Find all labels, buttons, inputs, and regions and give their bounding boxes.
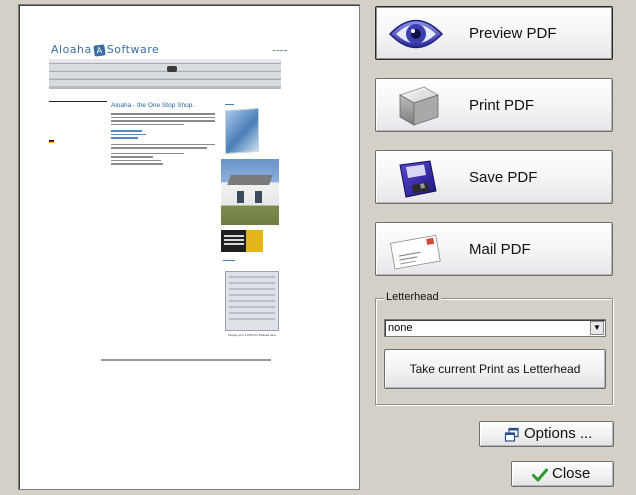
product-box-image [225,107,259,155]
printer-box-icon [399,86,439,126]
preview-top-links: ▬ ▬ ▬ ▬ [272,48,287,52]
screenshot-caption: Output your 2 PNG for Preload here [228,333,276,337]
save-pdf-label: Save PDF [469,169,538,186]
envelope-icon [389,234,441,270]
windows-icon [504,427,519,442]
letterhead-group: Letterhead none ▼ Take current Print as … [375,291,613,405]
preview-footer [101,359,271,361]
letterhead-selected-value: none [388,322,413,334]
preview-headline: Aloaha - the One Stop Shop. [111,102,195,109]
options-button[interactable]: Options ... [479,421,614,447]
chevron-down-icon[interactable]: ▼ [590,321,604,335]
preview-page: Aloaha A Software ▬ ▬ ▬ ▬ Aloaha - the One… [49,35,289,365]
checkmark-icon [532,468,548,482]
close-label: Close [552,465,591,482]
options-label: Options ... [524,425,593,442]
building-photo [221,159,279,225]
close-button[interactable]: Close [511,461,614,487]
logo-mark: A [93,44,106,57]
preview-pdf-button[interactable]: Preview PDF [375,6,613,60]
pdf-preview-pane: Aloaha A Software ▬ ▬ ▬ ▬ Aloaha - the One… [18,4,360,490]
preview-pdf-label: Preview PDF [469,25,557,42]
take-letterhead-button[interactable]: Take current Print as Letterhead [384,349,606,389]
floppy-disk-icon [399,160,437,198]
letterhead-legend: Letterhead [384,291,441,303]
save-pdf-button[interactable]: Save PDF [375,150,613,204]
logo-text-left: Aloaha [51,43,92,56]
print-pdf-button[interactable]: Print PDF [375,78,613,132]
letterhead-select[interactable]: none ▼ [384,319,606,337]
preview-nav [49,101,107,145]
logo-text-right: Software [106,43,160,56]
preview-body-text [111,113,215,167]
screenshot-thumbnail [225,271,279,331]
preview-banner [49,59,281,89]
eye-icon [388,19,444,49]
preview-logo: Aloaha A Software ▬ ▬ ▬ ▬ [49,43,289,59]
award-badge-image [221,230,263,252]
mail-pdf-label: Mail PDF [469,241,531,258]
mail-pdf-button[interactable]: Mail PDF [375,222,613,276]
print-pdf-label: Print PDF [469,97,535,114]
